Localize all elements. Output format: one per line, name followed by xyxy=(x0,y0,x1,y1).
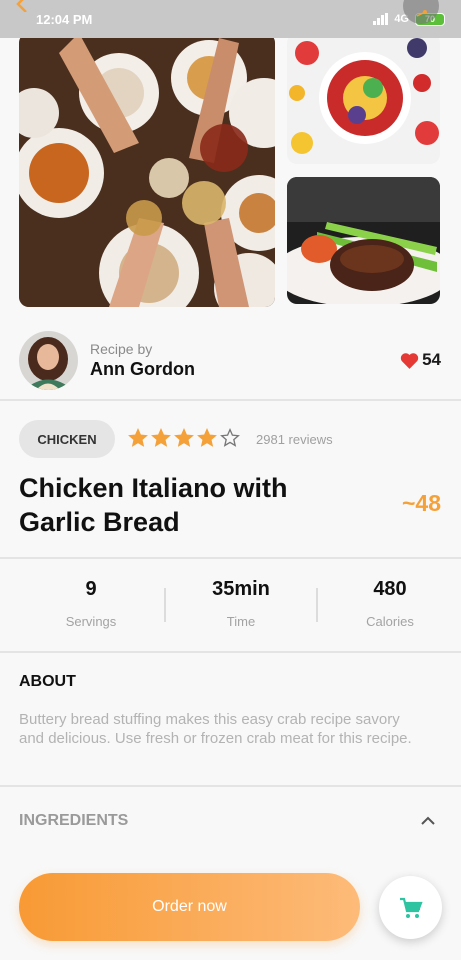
star-filled-icon xyxy=(197,428,217,447)
back-arrow-icon[interactable] xyxy=(14,0,36,12)
ingredients-heading[interactable]: INGREDIENTS xyxy=(19,812,128,830)
signal-icon xyxy=(373,13,389,25)
recipe-by-label: Recipe by xyxy=(90,340,153,357)
likes-count: 54 xyxy=(422,350,441,369)
heart-icon xyxy=(400,352,419,369)
stat-label: Time xyxy=(226,614,256,629)
about-heading: ABOUT xyxy=(19,673,76,690)
stat-value: 9 xyxy=(85,578,97,600)
stat-value: 480 xyxy=(373,578,407,600)
stat-label: Calories xyxy=(366,614,414,629)
photo-fruit-bowl[interactable] xyxy=(287,33,440,164)
author-name[interactable]: Ann Gordon xyxy=(90,359,195,380)
star-filled-icon xyxy=(128,428,148,447)
photo-dinner-table[interactable] xyxy=(19,33,275,307)
divider xyxy=(0,785,461,787)
divider xyxy=(0,557,461,559)
stat-servings: 9 Servings xyxy=(16,578,166,629)
share-icon xyxy=(416,10,427,17)
status-time: 12:04 PM xyxy=(36,11,93,27)
star-filled-icon xyxy=(174,428,194,447)
stat-label: Servings xyxy=(65,614,117,629)
order-now-button[interactable]: Order now xyxy=(19,873,360,941)
cart-icon xyxy=(399,897,423,918)
reviews-count[interactable]: 2981 reviews xyxy=(256,432,333,447)
status-bar: 12:04 PM 4G 70 xyxy=(0,0,461,38)
cart-button[interactable] xyxy=(379,876,442,939)
chevron-up-icon[interactable] xyxy=(420,814,436,826)
divider xyxy=(0,399,461,401)
category-tag[interactable]: CHICKEN xyxy=(19,420,115,458)
star-filled-icon xyxy=(151,428,171,447)
recipe-title: Chicken Italiano with Garlic Bread xyxy=(19,473,288,537)
photo-steak-plate[interactable] xyxy=(287,177,440,304)
like-button[interactable]: 54 xyxy=(400,350,441,370)
stat-value: 35min xyxy=(212,578,270,600)
star-empty-icon xyxy=(220,428,240,447)
avatar[interactable] xyxy=(19,330,78,390)
divider xyxy=(0,651,461,653)
rating-stars xyxy=(128,428,240,448)
author-text: Recipe by Ann Gordon xyxy=(90,341,195,380)
author-row: Recipe by Ann Gordon 54 xyxy=(19,330,441,390)
price: ~48 xyxy=(401,490,441,516)
stat-calories: 480 Calories xyxy=(315,578,461,629)
about-text: Buttery bread stuffing makes this easy c… xyxy=(19,711,412,747)
stat-time: 35min Time xyxy=(166,578,316,629)
